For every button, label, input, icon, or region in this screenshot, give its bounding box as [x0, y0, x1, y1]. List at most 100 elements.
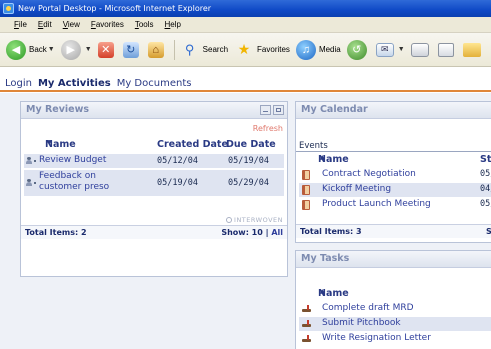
menu-edit[interactable]: Edit [38, 20, 52, 29]
back-label: Back [29, 45, 47, 54]
nav-login[interactable]: Login [5, 78, 32, 89]
due-date: 05/19/04 [228, 156, 269, 166]
calendar-show-truncated: S [486, 227, 491, 236]
mail-icon: ✉ [375, 42, 394, 57]
home-icon: ⌂ [147, 41, 164, 58]
menu-view[interactable]: View [63, 20, 80, 29]
event-name-link[interactable]: Kickoff Meeting [322, 184, 391, 194]
event-name-link[interactable]: Product Launch Meeting [322, 199, 431, 209]
review-name-link-line1[interactable]: Feedback on [39, 171, 96, 181]
calendar-footer: Total Items: 3 S [296, 224, 491, 238]
search-icon: ⚲ [184, 41, 195, 57]
list-item[interactable]: Write Resignation Letter 0 [299, 332, 491, 346]
created-date: 05/12/04 [157, 156, 198, 166]
list-item[interactable]: Product Launch Meeting 05/27, [299, 198, 491, 212]
brand-text: INTERWOVEN [234, 216, 283, 224]
folder-button[interactable] [462, 42, 484, 57]
col-due-header[interactable]: Due Date [226, 139, 276, 150]
menu-bar: File Edit View Favorites Tools Help [0, 17, 491, 33]
task-name-link[interactable]: Complete draft MRD [322, 303, 414, 313]
reviews-title: My Reviews [26, 104, 90, 115]
calendar-event-icon [302, 200, 310, 210]
user-icon [26, 179, 32, 186]
portlet-window-controls [258, 105, 284, 115]
table-row[interactable]: Feedback on customer preso 05/19/04 05/2… [24, 170, 284, 196]
stop-button[interactable]: ✕ [97, 41, 117, 58]
menu-help[interactable]: Help [165, 20, 181, 29]
events-label: Events [299, 141, 328, 151]
edit-icon [437, 42, 454, 57]
window-titlebar: New Portal Desktop - Microsoft Internet … [0, 0, 491, 17]
chevron-down-icon: ▼ [397, 46, 405, 53]
event-start: 04/10, [480, 184, 491, 194]
event-name-link[interactable]: Contract Negotiation [322, 169, 416, 179]
interwoven-logo-icon [226, 217, 233, 223]
task-name-link[interactable]: Submit Pitchbook [322, 318, 401, 328]
refresh-button[interactable]: ↻ [122, 41, 142, 58]
calendar-event-icon [302, 185, 310, 195]
calendar-column-headers: Name▲ Start [296, 154, 491, 167]
menu-tools[interactable]: Tools [135, 20, 154, 29]
calendar-total-items: Total Items: 3 [300, 227, 362, 236]
reviews-footer: Total Items: 2 Show: 10 | All [21, 225, 287, 239]
reviews-page-size: Show: 10 | All [221, 226, 283, 239]
calendar-event-icon [302, 170, 310, 180]
search-button[interactable]: ⚲ Search [180, 40, 228, 60]
history-button[interactable]: ↺ [346, 39, 370, 60]
maximize-icon[interactable] [273, 105, 284, 115]
list-item[interactable]: Submit Pitchbook 0 [299, 317, 491, 331]
tasks-header: My Tasks [296, 251, 491, 268]
media-icon: ♫ [295, 39, 316, 60]
col-created-header[interactable]: Created Date [157, 139, 228, 150]
mail-button[interactable]: ✉ ▼ [375, 42, 405, 57]
nav-my-activities[interactable]: My Activities [38, 78, 111, 89]
refresh-link[interactable]: Refresh [253, 124, 283, 133]
calendar-portlet: My Calendar Events Name▲ Start Contract … [295, 101, 491, 243]
menu-file[interactable]: File [14, 20, 27, 29]
task-icon [302, 320, 311, 328]
home-button[interactable]: ⌂ [147, 41, 167, 58]
minimize-icon[interactable] [260, 105, 271, 115]
show-count: Show: 10 | [221, 228, 269, 237]
history-icon: ↺ [346, 39, 367, 60]
back-arrow-icon: ◀ [6, 39, 26, 60]
sort-desc-icon: ▼ [47, 139, 52, 146]
list-item[interactable]: Contract Negotiation 05/28, [299, 168, 491, 182]
chevron-down-icon: ▼ [47, 46, 55, 53]
favorites-label: Favorites [257, 45, 290, 54]
interwoven-brand: INTERWOVEN [226, 216, 283, 224]
media-button[interactable]: ♫ Media [295, 39, 341, 60]
event-start: 05/28, [480, 169, 491, 179]
star-icon: ★ [237, 41, 251, 57]
favorites-button[interactable]: ★ Favorites [234, 40, 290, 60]
table-row[interactable]: Review Budget 05/12/04 05/19/04 [24, 154, 284, 168]
toolbar-separator [173, 39, 175, 60]
list-item[interactable]: Kickoff Meeting 04/10, [299, 183, 491, 197]
task-name-link[interactable]: Write Resignation Letter [322, 333, 431, 343]
task-icon [302, 305, 311, 313]
search-label: Search [202, 45, 229, 54]
reviews-column-headers: Name ▼ Created Date Due Date [21, 139, 287, 152]
review-name-link-line2[interactable]: customer preso [39, 182, 109, 192]
reviews-portlet: My Reviews Refresh Name ▼ Created Date Du… [20, 101, 288, 277]
forward-arrow-icon: ▶ [60, 39, 81, 60]
reviews-total-items: Total Items: 2 [25, 228, 87, 237]
col-start-header[interactable]: Start [480, 154, 491, 165]
forward-button[interactable]: ▶ ▼ [60, 39, 92, 60]
bullet-icon [34, 160, 36, 162]
menu-favorites[interactable]: Favorites [91, 20, 124, 29]
bullet-icon [34, 182, 36, 184]
nav-my-documents[interactable]: My Documents [117, 78, 192, 89]
ie-icon [3, 3, 14, 14]
sort-asc-icon: ▲ [320, 154, 325, 161]
reviews-header: My Reviews [21, 102, 287, 119]
print-icon [410, 42, 429, 57]
review-name-link[interactable]: Review Budget [39, 155, 106, 165]
print-button[interactable] [410, 42, 432, 57]
edit-button[interactable] [437, 42, 457, 57]
chevron-down-icon: ▼ [84, 46, 92, 53]
list-item[interactable]: Complete draft MRD 0 [299, 302, 491, 316]
show-all-link[interactable]: All [271, 228, 283, 237]
task-icon [302, 335, 311, 343]
back-button[interactable]: ◀ Back ▼ [6, 39, 55, 60]
